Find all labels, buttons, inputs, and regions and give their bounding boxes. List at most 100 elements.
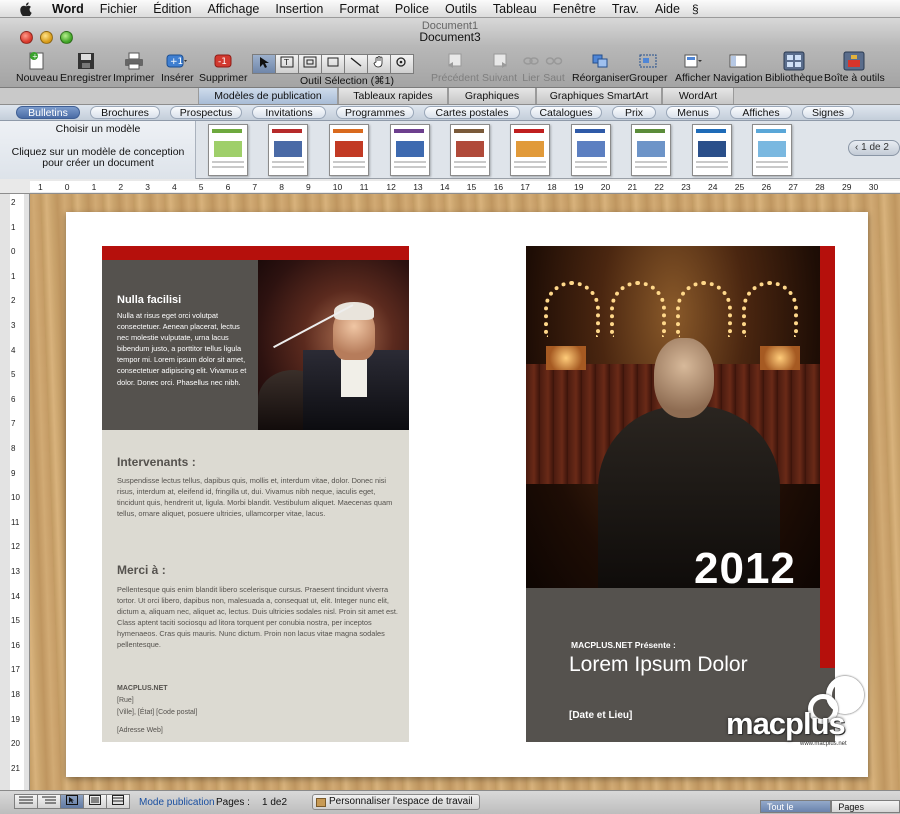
template-thumbnail[interactable] bbox=[631, 124, 671, 176]
cover-date[interactable]: [Date et Lieu] bbox=[569, 710, 632, 721]
tab-smartart[interactable]: Graphiques SmartArt bbox=[536, 88, 662, 104]
right-red-bar bbox=[820, 246, 835, 668]
image-tool-button[interactable] bbox=[298, 54, 322, 74]
show-button[interactable]: Afficher bbox=[675, 50, 710, 84]
tab-all-content[interactable]: Tout le contenu bbox=[760, 800, 832, 813]
intro-body[interactable]: Nulla at risus eget orci volutpat consec… bbox=[117, 310, 253, 388]
menu-aide[interactable]: Aide bbox=[647, 2, 688, 16]
menu-fichier[interactable]: Fichier bbox=[92, 2, 146, 16]
menu-trav[interactable]: Trav. bbox=[604, 2, 647, 16]
show-icon bbox=[681, 50, 705, 72]
category-bulletins[interactable]: Bulletins bbox=[16, 106, 80, 119]
thanks-text[interactable]: Pellentesque quis enim blandit libero sc… bbox=[117, 584, 402, 651]
menu-tableau[interactable]: Tableau bbox=[485, 2, 545, 16]
hand-tool-button[interactable] bbox=[367, 54, 391, 74]
template-thumbnail[interactable] bbox=[450, 124, 490, 176]
outline-view-button[interactable] bbox=[37, 794, 61, 809]
template-thumbnail[interactable] bbox=[329, 124, 369, 176]
notebook-view-button[interactable] bbox=[106, 794, 130, 809]
zoom-tool-button[interactable] bbox=[390, 54, 414, 74]
break-button[interactable]: Saut bbox=[542, 50, 566, 84]
menu-bar: Word Fichier Édition Affichage Insertion… bbox=[0, 0, 900, 18]
horizontal-ruler-scale: 1 0 1 2 3 4 5 6 7 8 9 10 11 12 13 14 15 16 17 18 19 20 21 22 23 2… bbox=[30, 181, 900, 192]
next-link-button[interactable]: Suivant bbox=[482, 50, 517, 84]
tab-wordart[interactable]: WordArt bbox=[662, 88, 734, 104]
library-button[interactable]: Bibliothèque bbox=[765, 50, 823, 84]
customize-workspace-button[interactable]: Personnaliser l'espace de travail bbox=[312, 794, 480, 810]
template-thumbnail[interactable] bbox=[208, 124, 248, 176]
menu-edition[interactable]: Édition bbox=[145, 2, 199, 16]
tab-publication-templates[interactable]: Modèles de publication bbox=[198, 88, 338, 104]
category-menus[interactable]: Menus bbox=[666, 106, 720, 119]
group-button[interactable]: Grouper bbox=[629, 50, 668, 84]
menu-affichage[interactable]: Affichage bbox=[199, 2, 267, 16]
template-thumbnail[interactable] bbox=[390, 124, 430, 176]
speakers-text[interactable]: Suspendisse lectus tellus, dapibus quis,… bbox=[117, 475, 402, 519]
publishing-layout-view-button[interactable] bbox=[60, 794, 84, 809]
category-prix[interactable]: Prix bbox=[612, 106, 656, 119]
category-prospectus[interactable]: Prospectus bbox=[170, 106, 242, 119]
cover-year[interactable]: 2012 bbox=[694, 544, 796, 594]
save-button[interactable]: Enregistrer bbox=[60, 50, 111, 84]
thanks-heading[interactable]: Merci à : bbox=[117, 563, 166, 577]
script-menu-icon[interactable]: § bbox=[692, 2, 699, 16]
apple-icon[interactable] bbox=[18, 1, 34, 17]
insert-page-button[interactable]: +1 Insérer bbox=[161, 50, 194, 84]
delete-page-button[interactable]: -1 Supprimer bbox=[199, 50, 247, 84]
ruler-tick-label: 1 bbox=[38, 182, 43, 192]
intro-title[interactable]: Nulla facilisi bbox=[117, 294, 181, 306]
category-affiches[interactable]: Affiches bbox=[730, 106, 792, 119]
menu-police[interactable]: Police bbox=[387, 2, 437, 16]
speakers-heading[interactable]: Intervenants : bbox=[117, 455, 196, 469]
template-thumbnail[interactable] bbox=[510, 124, 550, 176]
category-signes[interactable]: Signes bbox=[802, 106, 854, 119]
vertical-ruler[interactable]: 2 1 0 1 2 3 4 5 6 7 8 9 10 11 12 13 14 15 16 17 18 19 20 21 bbox=[0, 194, 30, 790]
category-brochures[interactable]: Brochures bbox=[90, 106, 160, 119]
template-pager[interactable]: ‹ 1 de 2 bbox=[848, 140, 900, 156]
cover-presents[interactable]: MACPLUS.NET Présente : bbox=[571, 640, 676, 650]
conductor-photo[interactable] bbox=[258, 260, 409, 430]
navigation-label: Navigation bbox=[713, 72, 763, 84]
category-invitations[interactable]: Invitations bbox=[252, 106, 326, 119]
horizontal-ruler[interactable]: 1 0 1 2 3 4 5 6 7 8 9 10 11 12 13 14 15 16 17 18 19 20 21 22 23 2… bbox=[0, 179, 900, 194]
template-thumbnail[interactable] bbox=[571, 124, 611, 176]
tab-master-pages[interactable]: Pages maîtres bbox=[831, 800, 900, 813]
draft-view-button[interactable] bbox=[14, 794, 38, 809]
arrange-button[interactable]: Réorganiser bbox=[572, 50, 629, 84]
menu-outils[interactable]: Outils bbox=[437, 2, 485, 16]
toolbox-button[interactable]: Boîte à outils bbox=[824, 50, 885, 84]
right-page-cover[interactable]: 2012 MACPLUS.NET Présente : Lorem Ipsum … bbox=[526, 246, 835, 742]
template-thumbnail[interactable] bbox=[692, 124, 732, 176]
menu-fenetre[interactable]: Fenêtre bbox=[545, 2, 604, 16]
category-cartes-postales[interactable]: Cartes postales bbox=[424, 106, 520, 119]
ruler-tick-label: 28 bbox=[815, 182, 825, 192]
ruler-tick-label: 1 bbox=[91, 182, 97, 192]
address-block[interactable]: MACPLUS.NET [Rue] [Ville], [État] [Code … bbox=[117, 683, 197, 737]
menu-insertion[interactable]: Insertion bbox=[267, 2, 331, 16]
new-button[interactable]: + Nouveau bbox=[16, 50, 58, 84]
intro-box[interactable]: Nulla facilisi Nulla at risus eget orci … bbox=[102, 260, 258, 430]
previous-link-button[interactable]: Précédent bbox=[431, 50, 479, 84]
text-box-tool-button[interactable]: T bbox=[275, 54, 299, 74]
selection-tool-button[interactable] bbox=[252, 54, 276, 74]
menu-app-word[interactable]: Word bbox=[44, 2, 92, 16]
zoom-window-button[interactable] bbox=[60, 31, 73, 44]
category-programmes[interactable]: Programmes bbox=[336, 106, 414, 119]
category-catalogues[interactable]: Catalogues bbox=[530, 106, 602, 119]
template-thumbnail[interactable] bbox=[268, 124, 308, 176]
minimize-window-button[interactable] bbox=[40, 31, 53, 44]
rectangle-tool-button[interactable] bbox=[321, 54, 345, 74]
menu-format[interactable]: Format bbox=[331, 2, 387, 16]
left-page[interactable]: Nulla facilisi Nulla at risus eget orci … bbox=[102, 246, 409, 742]
navigation-button[interactable]: Navigation bbox=[713, 50, 763, 84]
close-window-button[interactable] bbox=[20, 31, 33, 44]
template-thumbnail[interactable] bbox=[752, 124, 792, 176]
line-tool-button[interactable] bbox=[344, 54, 368, 74]
cover-title[interactable]: Lorem Ipsum Dolor bbox=[569, 653, 748, 677]
theater-photo[interactable] bbox=[526, 246, 820, 588]
tab-quick-tables[interactable]: Tableaux rapides bbox=[338, 88, 448, 104]
link-button[interactable]: Lier bbox=[519, 50, 543, 84]
print-layout-view-button[interactable] bbox=[83, 794, 107, 809]
tab-charts[interactable]: Graphiques bbox=[448, 88, 536, 104]
print-button[interactable]: Imprimer bbox=[113, 50, 154, 84]
